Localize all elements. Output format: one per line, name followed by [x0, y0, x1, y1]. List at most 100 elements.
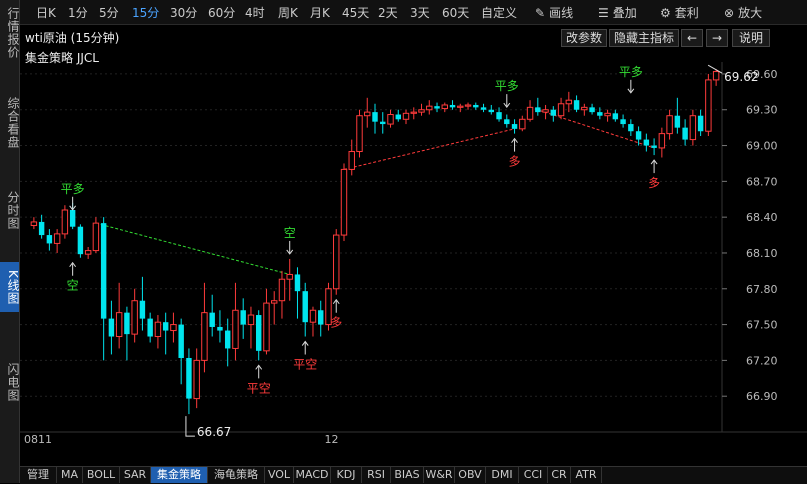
indicator-tab-11[interactable]: W&R: [424, 467, 455, 483]
zoom-button[interactable]: ⊗ 放大: [724, 4, 762, 21]
candle-body: [628, 124, 634, 132]
y-tick-label: 67.20: [746, 354, 778, 367]
indicator-tab-9[interactable]: RSI: [362, 467, 391, 483]
period-15min[interactable]: 15分: [132, 4, 159, 21]
candle-body: [162, 322, 169, 331]
candle-body: [449, 104, 456, 108]
candle-body: [286, 273, 293, 280]
candle-body: [441, 104, 448, 110]
period-toolbar: 日K 1分 5分 15分 30分 60分 4时 周K 月K 45天 2天 3天 …: [20, 0, 807, 25]
period-60day[interactable]: 60天: [442, 4, 469, 21]
y-tick-label: 66.90: [746, 390, 778, 403]
candle-body: [232, 309, 239, 349]
period-45day[interactable]: 45天: [342, 4, 369, 21]
arbitrage-button[interactable]: ⚙ 套利: [660, 4, 699, 21]
period-5min[interactable]: 5分: [99, 4, 119, 21]
indicator-tab-4[interactable]: 集金策略: [151, 467, 208, 483]
hide-indicator-button[interactable]: 隐藏主指标: [609, 29, 679, 47]
help-button[interactable]: 说明: [732, 29, 770, 47]
period-week[interactable]: 周K: [278, 4, 298, 21]
sidebar-item-overview[interactable]: 综合看盘: [0, 92, 20, 154]
indicator-tab-13[interactable]: DMI: [486, 467, 519, 483]
candle-body: [46, 235, 53, 244]
signal-label: 平多: [619, 65, 643, 79]
overlay-button[interactable]: ☰ 叠加: [598, 4, 637, 21]
indicator-tab-0[interactable]: 管理: [20, 467, 57, 483]
candle-body: [705, 79, 712, 132]
candle-body: [651, 145, 657, 148]
candle-body: [340, 168, 348, 236]
kline-chart[interactable]: 69.60 69.30 69.00 68.70 68.40 68.10 67.80 67.50…: [20, 62, 807, 446]
candle-body: [154, 321, 162, 338]
sidebar-item-timeshare[interactable]: 分时图: [0, 186, 20, 234]
candle-body: [263, 302, 270, 352]
candle-body: [597, 112, 603, 116]
x-tick-label: 12: [324, 433, 338, 444]
candle-body: [69, 210, 76, 227]
candle-body: [77, 226, 84, 255]
candle-body: [635, 131, 642, 140]
indicator-tab-10[interactable]: BIAS: [391, 467, 424, 483]
candle-body: [131, 300, 138, 335]
candle-body: [612, 113, 619, 120]
candle-body: [302, 291, 308, 323]
indicator-tab-14[interactable]: CCI: [519, 467, 548, 483]
signal-label: 平空: [293, 358, 317, 372]
scroll-right-button[interactable]: →: [706, 29, 728, 47]
candle-body: [504, 119, 510, 125]
indicator-tab-7[interactable]: MACD: [294, 467, 331, 483]
period-3day[interactable]: 3天: [410, 4, 430, 21]
candle-body: [581, 106, 588, 111]
indicator-tab-12[interactable]: OBV: [455, 467, 486, 483]
low-marker-line: [185, 416, 195, 437]
candle-body: [604, 112, 611, 117]
period-60min[interactable]: 60分: [208, 4, 235, 21]
period-day[interactable]: 日K: [36, 4, 56, 21]
period-1min[interactable]: 1分: [68, 4, 88, 21]
sidebar-item-kline[interactable]: K线图: [0, 262, 20, 312]
kline-chart-svg[interactable]: 69.6069.3069.0068.7068.4068.1067.8067.50…: [20, 62, 807, 446]
indicator-tab-1[interactable]: MA: [57, 467, 83, 483]
zoom-icon: ⊗: [724, 6, 735, 20]
sidebar-item-quotes[interactable]: 行情报价: [0, 2, 20, 64]
indicator-tab-5[interactable]: 海龟策略: [208, 467, 265, 483]
signal-label: 空: [284, 226, 296, 240]
indicator-tab-8[interactable]: KDJ: [331, 467, 362, 483]
candle-body: [519, 118, 526, 130]
indicator-tabs: 管理 MA BOLL SAR 集金策略 海龟策略 VOL MACD KDJ RSI BIAS W&R O…: [20, 466, 807, 484]
candle-body: [682, 127, 688, 140]
chart-title: wti原油 (15分钟): [25, 31, 120, 45]
candle-body: [92, 222, 100, 252]
y-tick-label: 68.40: [746, 211, 778, 224]
candle-body: [178, 324, 184, 358]
indicator-tab-15[interactable]: CR: [548, 467, 571, 483]
scroll-left-button[interactable]: ←: [681, 29, 703, 47]
candle-body: [240, 310, 246, 325]
indicator-tab-6[interactable]: VOL: [265, 467, 294, 483]
indicator-tab-16[interactable]: ATR: [571, 467, 602, 483]
period-2day[interactable]: 2天: [378, 4, 398, 21]
period-4h[interactable]: 4时: [245, 4, 265, 21]
low-marker-label: 66.67: [197, 425, 231, 439]
candle-body: [247, 314, 255, 326]
period-30min[interactable]: 30分: [170, 4, 197, 21]
candle-body: [380, 121, 386, 125]
candle-body: [209, 312, 215, 327]
indicator-tab-3[interactable]: SAR: [120, 467, 151, 483]
change-params-button[interactable]: 改参数: [561, 29, 607, 47]
x-tick-label: 0811: [24, 433, 52, 444]
period-custom[interactable]: 自定义: [481, 4, 517, 21]
indicator-tab-2[interactable]: BOLL: [83, 467, 120, 483]
sidebar-item-flash[interactable]: 闪电图: [0, 358, 20, 406]
draw-line-button[interactable]: ✎ 画线: [535, 4, 573, 21]
candle-body: [480, 107, 487, 110]
candle-body: [108, 318, 115, 337]
candle-body: [620, 119, 626, 125]
candle-body: [333, 234, 340, 290]
period-month[interactable]: 月K: [310, 4, 330, 21]
candle-body: [387, 114, 394, 125]
candle-body: [271, 300, 278, 304]
arbitrage-icon: ⚙: [660, 6, 671, 20]
last-marker-label: 69.62: [724, 70, 758, 84]
candle-body: [193, 359, 200, 400]
